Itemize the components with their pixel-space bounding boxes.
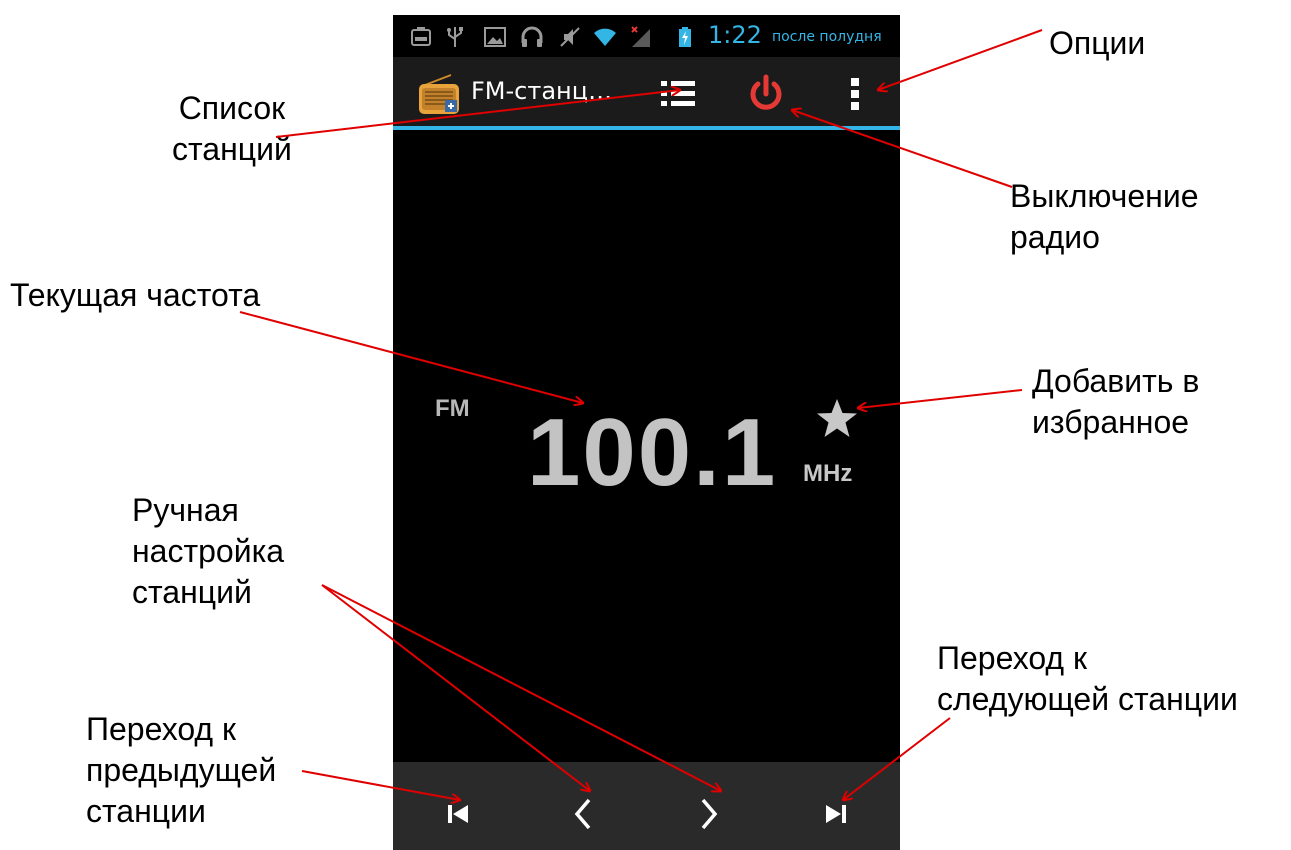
status-time-suffix: после полудня — [772, 29, 882, 45]
annotation-line: Список — [178, 90, 286, 126]
bottom-control-bar — [393, 762, 900, 850]
annotation-power-off: Выключение радио — [1010, 176, 1198, 258]
annotation-line: Добавить в — [1032, 363, 1200, 399]
frequency-display: 100.1 — [527, 399, 778, 506]
annotation-next-station: Переход к следующей станции — [937, 638, 1238, 720]
annotation-line: избранное — [1032, 404, 1190, 440]
overflow-menu-icon — [851, 78, 859, 110]
annotation-add-favorite: Добавить в избранное — [1032, 361, 1199, 443]
status-bar: 1:22 после полудня — [393, 15, 900, 57]
image-icon — [484, 27, 506, 47]
station-list-button[interactable] — [651, 69, 707, 119]
usb-icon — [447, 27, 463, 47]
annotation-line: Текущая частота — [10, 277, 261, 313]
chevron-right-icon — [701, 798, 718, 830]
wifi-icon — [594, 28, 616, 46]
next-station-button[interactable] — [806, 784, 866, 844]
tune-up-button[interactable] — [679, 784, 739, 844]
annotation-line: Ручная — [132, 492, 239, 528]
arrow-options — [878, 29, 1043, 90]
annotation-options-text: Опции — [1049, 25, 1146, 61]
annotation-line: радио — [1010, 219, 1100, 255]
annotation-station-list: Список станций — [172, 88, 292, 170]
action-bar: FM-станц… — [393, 57, 900, 127]
annotation-line: Переход к — [937, 640, 1087, 676]
skip-next-icon — [826, 805, 846, 823]
annotation-line: Выключение — [1010, 178, 1199, 214]
app-title: FM-станц… — [471, 77, 613, 105]
no-signal-icon — [631, 26, 650, 47]
power-button[interactable] — [738, 69, 794, 119]
annotation-manual-tuning: Ручная настройка станций — [132, 490, 284, 613]
mute-icon — [560, 27, 580, 47]
star-icon[interactable] — [813, 395, 861, 443]
phone-screen: 1:22 после полудня FM-станц… FM 100.1 MH… — [393, 15, 900, 850]
battery-charging-icon — [679, 27, 691, 47]
annotation-line: станций — [132, 574, 252, 610]
skip-previous-icon — [448, 805, 468, 823]
annotation-line: станции — [86, 793, 206, 829]
annotation-options: Опции — [1049, 23, 1145, 64]
annotation-line: станций — [172, 131, 292, 167]
overflow-menu-button[interactable] — [827, 69, 883, 119]
station-list-icon — [661, 81, 695, 106]
annotation-line: настройка — [132, 533, 285, 569]
action-bar-divider — [393, 126, 900, 130]
headphones-icon — [521, 26, 543, 47]
unit-label: MHz — [803, 460, 853, 487]
prev-station-button[interactable] — [428, 784, 488, 844]
annotation-prev-station: Переход к предыдущей станции — [86, 709, 276, 832]
annotation-line: предыдущей — [86, 752, 277, 788]
annotation-line: Переход к — [86, 711, 236, 747]
chevron-left-icon — [574, 798, 591, 830]
sim-card-icon — [411, 27, 431, 46]
radio-icon[interactable] — [417, 72, 461, 116]
annotation-current-frequency: Текущая частота — [10, 275, 260, 316]
annotation-line: следующей станции — [937, 681, 1238, 717]
power-icon — [750, 74, 782, 110]
status-time: 1:22 — [708, 21, 762, 49]
tune-down-button[interactable] — [553, 784, 613, 844]
band-label: FM — [435, 395, 470, 422]
